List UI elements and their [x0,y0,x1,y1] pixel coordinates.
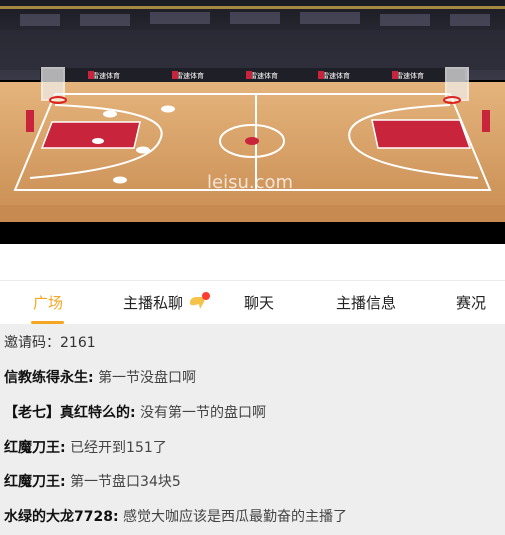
tab-host-info[interactable]: 主播信息 [336,281,396,325]
chat-message: 【老七】真红特么的: 没有第一节的盘口啊 [4,402,266,422]
message-text: 第一节没盘口啊 [98,370,197,386]
ad-board-text: 雷速体育 [250,71,278,80]
chat-message: 水绿的大龙7728: 感觉大咖应该是西瓜最勤奋的主播了 [4,506,347,526]
chat-message: 红魔刀王: 第一节盘口34块5 [4,471,181,491]
chat-bubble-icon [190,292,210,309]
tab-match-status[interactable]: 赛况 [456,281,486,325]
chat-list[interactable]: 邀请码：2161 信教练得永生: 第一节没盘口啊 【老七】真红特么的: 没有第一… [0,324,505,535]
tab-chat[interactable]: 聊天 [244,281,274,325]
tab-square[interactable]: 广场 [33,281,63,325]
ad-board-text: 雷速体育 [322,71,350,80]
tab-bar: 广场 主播私聊 聊天 主播信息 赛况 [0,280,505,325]
message-username[interactable]: 【老七】真红特么的: [4,405,136,421]
message-username[interactable]: 红魔刀王: [4,474,66,490]
ad-board-text: 雷速体育 [92,71,120,80]
basketball-court-image: 雷速体育 雷速体育 雷速体育 雷速体育 雷速体育 leisu.com [0,0,505,244]
invite-code: 邀请码：2161 [4,335,96,351]
message-text: 感觉大咖应该是西瓜最勤奋的主播了 [123,509,348,525]
message-text: 没有第一节的盘口啊 [140,405,267,421]
chat-message: 红魔刀王: 已经开到151了 [4,437,167,457]
message-text: 第一节盘口34块5 [70,474,181,490]
message-username[interactable]: 信教练得永生: [4,370,94,386]
tab-host-private-chat[interactable]: 主播私聊 [123,281,183,325]
message-username[interactable]: 红魔刀王: [4,440,66,456]
message-username[interactable]: 水绿的大龙7728: [4,509,119,525]
video-player[interactable]: 雷速体育 雷速体育 雷速体育 雷速体育 雷速体育 leisu.com [0,0,505,244]
ad-board-text: 雷速体育 [396,71,424,80]
ad-board-text: 雷速体育 [176,71,204,80]
chat-message: 信教练得永生: 第一节没盘口啊 [4,367,196,387]
watermark-text: leisu.com [207,172,293,193]
message-text: 已经开到151了 [70,440,167,456]
